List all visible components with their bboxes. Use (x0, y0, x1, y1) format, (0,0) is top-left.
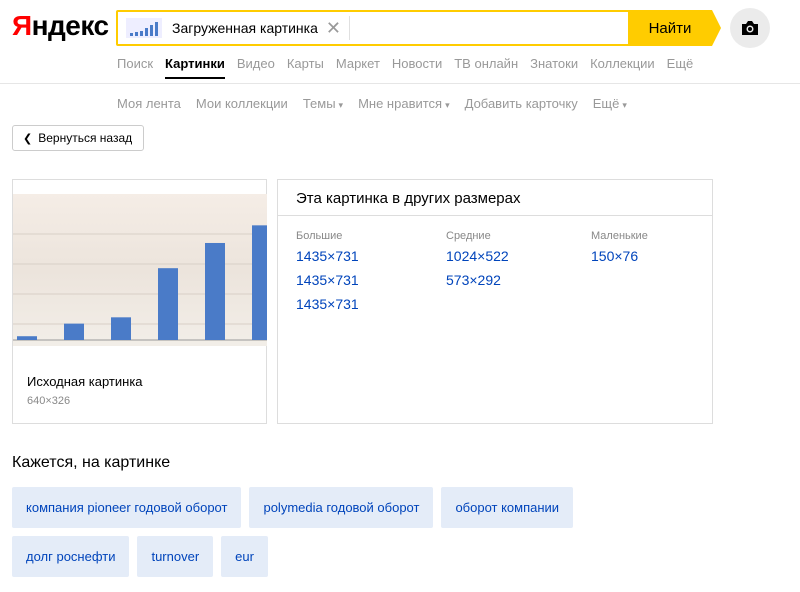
back-button[interactable]: ❮ Вернуться назад (12, 125, 144, 151)
back-button-label: Вернуться назад (38, 131, 133, 145)
large-size-link[interactable]: 1435×731 (296, 248, 359, 264)
header: Яндекс Загруженная картинка ✕ Найти Поис… (0, 0, 800, 84)
service-tab[interactable]: Поиск (117, 56, 153, 79)
subnav-item[interactable]: Моя лента (117, 96, 181, 111)
camera-button[interactable] (730, 8, 770, 48)
large-sizes-column: Большие 1435×731 1435×731 1435×731 (296, 230, 359, 320)
clear-icon[interactable]: ✕ (326, 19, 341, 37)
tag-chip[interactable]: компания pioneer годовой оборот (12, 487, 242, 528)
chart-bar (252, 225, 267, 340)
medium-size-label: Средние (446, 230, 491, 242)
sub-nav: Моя лента Мои коллекции Темы ▾ Мне нравится ▾… (117, 96, 642, 111)
tag-chip[interactable]: polymedia годовой оборот (249, 487, 434, 528)
service-tab[interactable]: Маркет (336, 56, 380, 79)
tag-chip[interactable]: turnover (137, 536, 214, 577)
find-button[interactable]: Найти (628, 10, 721, 46)
small-sizes-column: Маленькие 150×76 (591, 230, 648, 272)
bar-chart (13, 225, 267, 341)
large-size-link[interactable]: 1435×731 (296, 272, 359, 288)
subnav-item[interactable]: Ещё ▾ (593, 96, 627, 111)
yandex-logo[interactable]: Яндекс (12, 10, 109, 42)
tag-chip[interactable]: оборот компании (441, 487, 574, 528)
service-tab[interactable]: Карты (287, 56, 324, 79)
tag-chip[interactable]: долг роснефти (12, 536, 130, 577)
service-nav: Поиск Картинки Видео Карты Маркет Новости ТВ о… (117, 56, 705, 79)
large-size-label: Большие (296, 230, 343, 242)
other-sizes-card: Эта картинка в других размерах Большие 14… (277, 179, 713, 424)
uploaded-image-thumbnail[interactable] (126, 18, 162, 38)
subnav-item[interactable]: Темы ▾ (303, 96, 343, 111)
chart-bar (205, 242, 225, 340)
service-tab[interactable]: Коллекции (590, 56, 655, 79)
chart-bar (17, 336, 37, 340)
small-size-link[interactable]: 150×76 (591, 248, 648, 264)
subnav-item[interactable]: Мои коллекции (196, 96, 288, 111)
subnav-item-label: Ещё (592, 96, 620, 111)
subnav-item[interactable]: Добавить карточку (465, 96, 578, 111)
search-input[interactable]: Загруженная картинка (172, 20, 318, 36)
small-size-label: Маленькие (591, 230, 648, 242)
tag-chip[interactable]: eur (221, 536, 268, 577)
chart-bar (158, 268, 178, 340)
medium-size-link[interactable]: 1024×522 (446, 248, 509, 264)
subnav-item[interactable]: Мне нравится ▾ (358, 96, 450, 111)
subnav-item-label: Мне нравится (358, 96, 443, 111)
search-box[interactable]: Загруженная картинка ✕ Найти (116, 10, 721, 46)
search-divider (348, 16, 350, 40)
medium-sizes-column: Средние 1024×522 573×292 (446, 230, 509, 296)
original-image-size: 640×326 (27, 395, 71, 407)
divider (278, 215, 712, 216)
large-size-link[interactable]: 1435×731 (296, 296, 359, 312)
service-tab[interactable]: Видео (237, 56, 275, 79)
service-tab[interactable]: Знатоки (530, 56, 578, 79)
medium-size-link[interactable]: 573×292 (446, 272, 509, 288)
tags-title: Кажется, на картинке (12, 454, 171, 471)
chart-bar (111, 317, 131, 340)
subnav-item-label: Добавить карточку (464, 96, 578, 111)
other-sizes-title: Эта картинка в других размерах (296, 190, 521, 207)
subnav-item-label: Темы (302, 96, 336, 111)
subnav-item-label: Мои коллекции (195, 96, 288, 111)
chevron-left-icon: ❮ (23, 132, 33, 145)
camera-icon (742, 21, 758, 35)
service-tab[interactable]: Картинки (165, 56, 225, 79)
service-tab[interactable]: ТВ онлайн (454, 56, 518, 79)
chevron-down-icon: ▾ (445, 100, 450, 110)
original-image-title: Исходная картинка (27, 374, 143, 389)
service-tab[interactable]: Ещё (667, 56, 694, 79)
original-image-card[interactable]: Исходная картинка 640×326 (12, 179, 267, 424)
service-tab[interactable]: Новости (392, 56, 442, 79)
chart-bar (64, 323, 84, 340)
original-image-preview[interactable] (13, 194, 267, 346)
chevron-down-icon: ▾ (338, 100, 344, 110)
tags-list: компания pioneer годовой оборот polymedia… (12, 487, 652, 577)
chevron-down-icon: ▾ (622, 100, 627, 110)
subnav-item-label: Моя лента (117, 96, 181, 111)
